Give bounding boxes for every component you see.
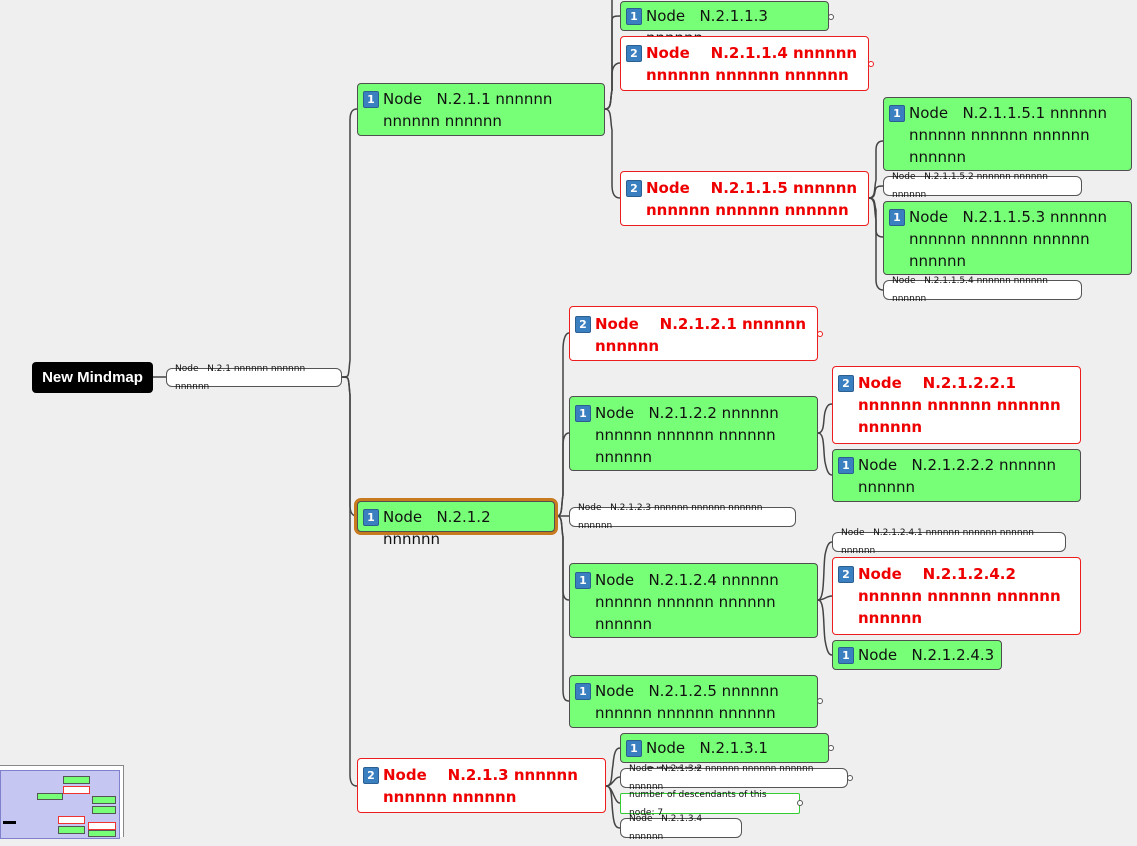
node-2-1-2-5[interactable]: 1 Node N.2.1.2.5 nnnnnn nnnnnn nnnnnn nn… — [569, 675, 818, 728]
node-2-1-2-1[interactable]: 2 Node N.2.1.2.1 nnnnnn nnnnnn — [569, 306, 818, 361]
node-2-1-3-4[interactable]: Node N.2.1.3.4 nnnnnn — [620, 814, 742, 842]
node-2-1-1-5-1-text: Node N.2.1.1.5.1 nnnnnn nnnnnn nnnnnn nn… — [909, 104, 1108, 166]
priority-1-icon: 1 — [575, 405, 591, 422]
fold-circle-icon[interactable] — [828, 14, 834, 20]
priority-1-icon: 1 — [626, 740, 642, 757]
node-2-1-3-4-text: Node N.2.1.3.4 nnnnnn — [629, 814, 706, 842]
node-2-1-2-2-text: Node N.2.1.2.2 nnnnnn nnnnnn nnnnnn nnnn… — [595, 404, 779, 466]
priority-1-icon: 1 — [575, 572, 591, 589]
node-2-1-1-5-2[interactable]: Node N.2.1.1.5.2 nnnnnn nnnnnn nnnnnn — [883, 172, 1082, 200]
node-2-1-1-5-3[interactable]: 1 Node N.2.1.1.5.3 nnnnnn nnnnnn nnnnnn … — [883, 201, 1132, 275]
priority-2-icon: 2 — [838, 375, 854, 392]
node-2-1-2[interactable]: 1 Node N.2.1.2 nnnnnn — [357, 501, 555, 548]
node-2-1-2-4-3-text: Node N.2.1.2.4.3 — [858, 646, 995, 664]
node-2-1-1-5[interactable]: 2 Node N.2.1.1.5 nnnnnn nnnnnn nnnnnn nn… — [620, 171, 869, 226]
node-2-1-1-text: Node N.2.1.1 nnnnnn nnnnnn nnnnnn — [383, 90, 553, 130]
node-2-1-2-4-2[interactable]: 2 Node N.2.1.2.4.2 nnnnnn nnnnnn nnnnnn … — [832, 557, 1081, 635]
node-2-1-2-2-2-text: Node N.2.1.2.2.2 nnnnnn nnnnnn — [858, 456, 1057, 496]
node-2-1[interactable]: Node N.2.1 nnnnnn nnnnnn nnnnnn — [166, 364, 342, 392]
root-node[interactable]: New Mindmap — [32, 362, 153, 393]
node-2-1-2-3-text: Node N.2.1.2.3 nnnnnn nnnnnn nnnnnn nnnn… — [578, 503, 766, 531]
priority-1-icon: 1 — [838, 647, 854, 664]
priority-1-icon: 1 — [626, 8, 642, 25]
fold-circle-icon[interactable] — [828, 745, 834, 751]
node-2-1-1-5-text: Node N.2.1.1.5 nnnnnn nnnnnn nnnnnn nnnn… — [646, 179, 858, 219]
priority-2-icon: 2 — [626, 45, 642, 62]
node-2-1-2-2[interactable]: 1 Node N.2.1.2.2 nnnnnn nnnnnn nnnnnn nn… — [569, 396, 818, 471]
node-2-1-1[interactable]: 1 Node N.2.1.1 nnnnnn nnnnnn nnnnnn — [357, 83, 605, 136]
priority-2-icon: 2 — [575, 316, 591, 333]
priority-2-icon: 2 — [363, 767, 379, 784]
fold-circle-icon[interactable] — [847, 775, 853, 781]
node-2-1-2-1-text: Node N.2.1.2.1 nnnnnn nnnnnn — [595, 315, 807, 355]
node-2-1-2-2-1[interactable]: 2 Node N.2.1.2.2.1 nnnnnn nnnnnn nnnnnn … — [832, 366, 1081, 444]
node-2-1-2-4[interactable]: 1 Node N.2.1.2.4 nnnnnn nnnnnn nnnnnn nn… — [569, 563, 818, 638]
priority-1-icon: 1 — [363, 91, 379, 108]
node-2-1-2-2-1-text: Node N.2.1.2.2.1 nnnnnn nnnnnn nnnnnn nn… — [858, 374, 1061, 436]
minimap-node — [92, 796, 116, 804]
fold-circle-icon[interactable] — [797, 800, 803, 806]
node-2-1-1-5-4-text: Node N.2.1.1.5.4 nnnnnn nnnnnn nnnnnn — [892, 276, 1051, 304]
node-2-1-2-4-2-text: Node N.2.1.2.4.2 nnnnnn nnnnnn nnnnnn nn… — [858, 565, 1061, 627]
node-2-1-2-4-text: Node N.2.1.2.4 nnnnnn nnnnnn nnnnnn nnnn… — [595, 571, 779, 633]
fold-circle-icon[interactable] — [817, 698, 823, 704]
minimap-node — [37, 793, 63, 800]
node-2-1-1-5-1[interactable]: 1 Node N.2.1.1.5.1 nnnnnn nnnnnn nnnnnn … — [883, 97, 1132, 171]
node-2-1-2-3[interactable]: Node N.2.1.2.3 nnnnnn nnnnnn nnnnnn nnnn… — [569, 503, 796, 531]
fold-circle-icon[interactable] — [868, 61, 874, 67]
priority-1-icon: 1 — [838, 457, 854, 474]
priority-2-icon: 2 — [838, 566, 854, 583]
priority-1-icon: 1 — [889, 105, 905, 122]
priority-1-icon: 1 — [889, 209, 905, 226]
node-2-1-2-4-3[interactable]: 1 Node N.2.1.2.4.3 — [832, 640, 1002, 670]
minimap-root — [3, 821, 16, 824]
node-2-1-3-1[interactable]: 1 Node N.2.1.3.1 nnnnnn — [620, 733, 829, 779]
minimap-overview[interactable] — [0, 765, 124, 839]
minimap-node — [88, 822, 116, 830]
node-2-1-2-4-1[interactable]: Node N.2.1.2.4.1 nnnnnn nnnnnn nnnnnn nn… — [832, 528, 1066, 556]
node-2-1-1-5-3-text: Node N.2.1.1.5.3 nnnnnn nnnnnn nnnnnn nn… — [909, 208, 1108, 270]
priority-1-icon: 1 — [363, 509, 379, 526]
node-2-1-3[interactable]: 2 Node N.2.1.3 nnnnnn nnnnnn nnnnnn — [357, 758, 606, 813]
minimap-node — [92, 806, 116, 814]
node-2-1-1-5-4[interactable]: Node N.2.1.1.5.4 nnnnnn nnnnnn nnnnnn — [883, 276, 1082, 304]
node-2-1-3-text: Node N.2.1.3 nnnnnn nnnnnn nnnnnn — [383, 766, 578, 806]
fold-circle-icon[interactable] — [817, 331, 823, 337]
minimap-node — [58, 816, 85, 824]
node-2-1-2-5-text: Node N.2.1.2.5 nnnnnn nnnnnn nnnnnn nnnn… — [595, 682, 779, 722]
node-2-1-2-2-2[interactable]: 1 Node N.2.1.2.2.2 nnnnnn nnnnnn — [832, 449, 1081, 502]
node-2-1-1-4[interactable]: 2 Node N.2.1.1.4 nnnnnn nnnnnn nnnnnn nn… — [620, 36, 869, 91]
node-2-1-2-4-1-text: Node N.2.1.2.4.1 nnnnnn nnnnnn nnnnnn nn… — [841, 528, 1037, 556]
root-node-label: New Mindmap — [42, 369, 143, 386]
minimap-node — [63, 776, 90, 784]
node-2-1-1-3[interactable]: 1 Node N.2.1.1.3 nnnnnn — [620, 1, 829, 47]
minimap-node — [63, 786, 90, 794]
node-2-1-2-text: Node N.2.1.2 nnnnnn — [383, 508, 496, 548]
minimap-node — [58, 826, 85, 834]
node-2-1-1-5-2-text: Node N.2.1.1.5.2 nnnnnn nnnnnn nnnnnn — [892, 172, 1051, 200]
priority-2-icon: 2 — [626, 180, 642, 197]
node-2-1-text: Node N.2.1 nnnnnn nnnnnn nnnnnn — [175, 363, 309, 392]
node-2-1-1-4-text: Node N.2.1.1.4 nnnnnn nnnnnn nnnnnn nnnn… — [646, 44, 858, 84]
priority-1-icon: 1 — [575, 683, 591, 700]
